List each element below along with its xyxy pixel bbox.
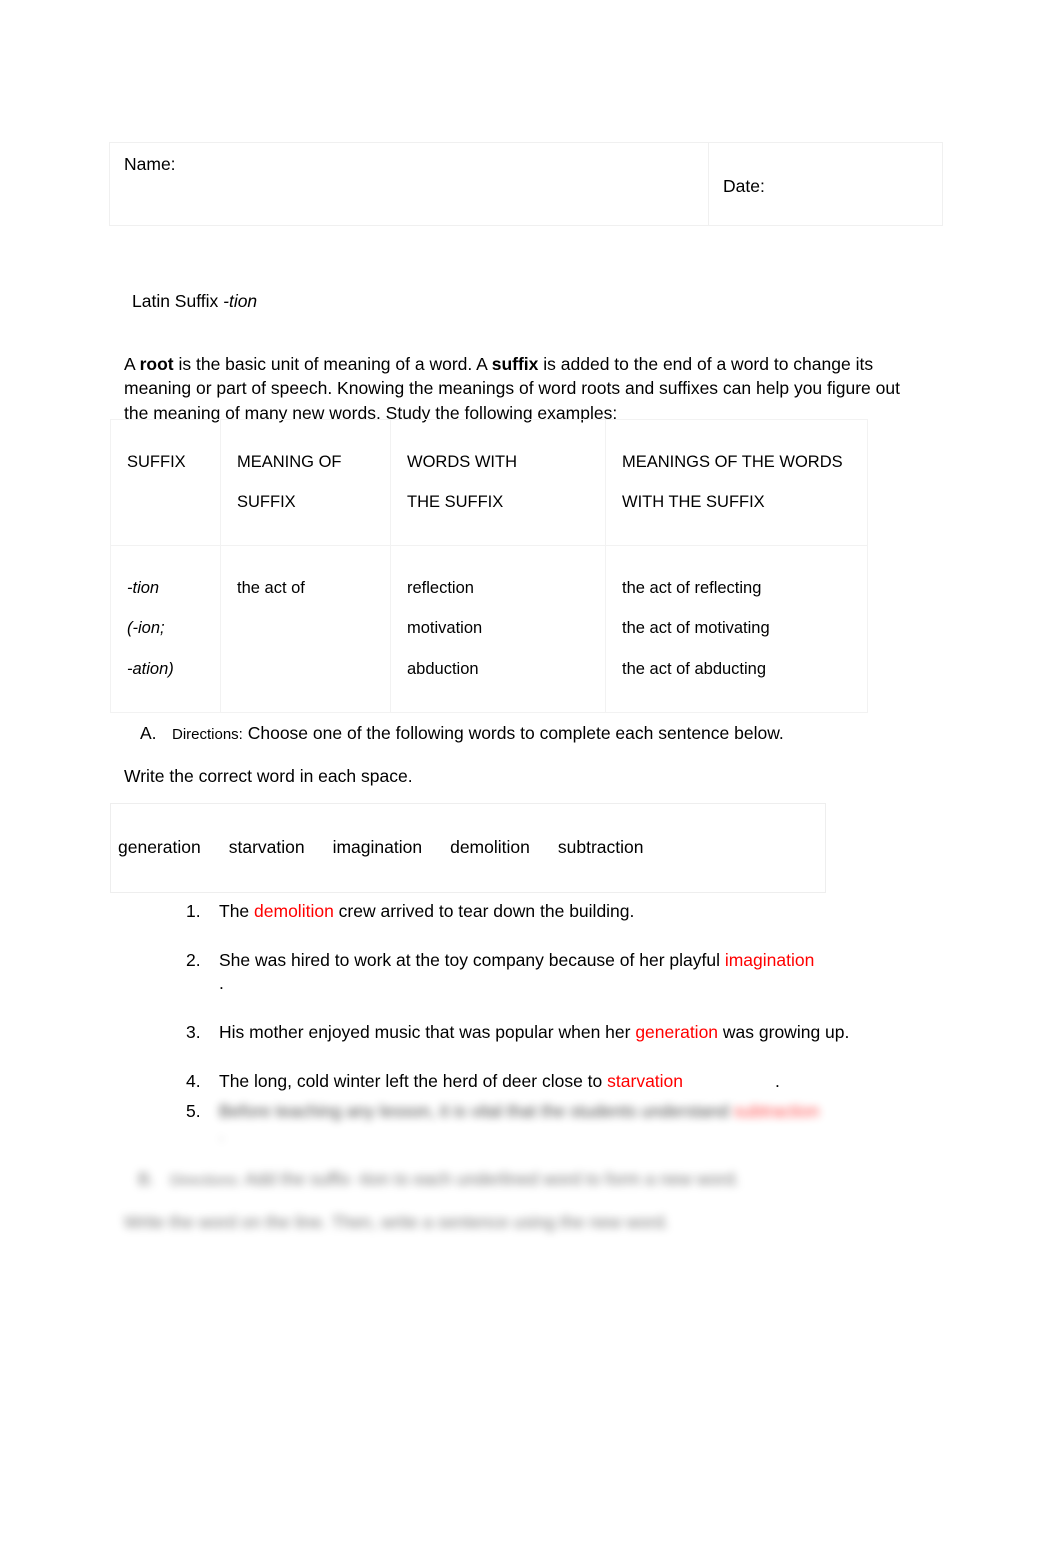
intro-part2: is the basic unit of meaning of a word. … bbox=[173, 353, 492, 374]
name-cell[interactable]: Name: bbox=[109, 142, 709, 226]
table-row: Name: Date: bbox=[109, 142, 943, 226]
question-number-2: 2. bbox=[186, 950, 201, 971]
example-word-3: abduction bbox=[407, 659, 479, 678]
header-cell-words: WORDS WITH THE SUFFIX bbox=[390, 419, 606, 546]
example-word-1: reflection bbox=[407, 578, 474, 597]
q3-after: was growing up. bbox=[718, 1022, 850, 1043]
q1-after: crew arrived to tear down the building. bbox=[333, 901, 635, 921]
header-meanings-line1: MEANINGS OF THE WORDS bbox=[622, 453, 843, 471]
page-title: Latin Suffix -tion bbox=[132, 291, 257, 312]
example-meaning-3: the act of abducting bbox=[622, 659, 767, 678]
suffix-form-3: -ation) bbox=[127, 659, 174, 678]
q2-before: She was hired to work at the toy company… bbox=[219, 950, 725, 971]
section-b-letter: B. bbox=[138, 1169, 155, 1189]
page-title-italic: -tion bbox=[223, 291, 258, 311]
example-word-2: motivation bbox=[407, 619, 483, 638]
q5-trailing: . bbox=[219, 1124, 224, 1145]
cell-suffix-forms: -tion (-ion; -ation) bbox=[110, 544, 221, 713]
question-text-5-blurred: Before teaching any lesson, it is vital … bbox=[219, 1100, 986, 1123]
header-meanings-line2: WITH THE SUFFIX bbox=[622, 493, 765, 512]
table-row: -tion (-ion; -ation) the act of reflecti… bbox=[110, 544, 868, 713]
intro-bold-root: root bbox=[139, 353, 174, 374]
cell-example-meanings: the act of reflecting the act of motivat… bbox=[605, 544, 868, 713]
example-meaning-2: the act of motivating bbox=[622, 619, 770, 638]
q4-answer[interactable]: starvation bbox=[607, 1071, 683, 1091]
header-meaning-line1: MEANING OF bbox=[237, 453, 342, 471]
table-header-row: SUFFIX MEANING OF SUFFIX WORDS WITH THE … bbox=[110, 419, 868, 546]
list-item: 1. The demolition crew arrived to tear d… bbox=[186, 900, 986, 923]
date-label: Date: bbox=[723, 176, 765, 196]
word-bank-item-2[interactable]: imagination bbox=[333, 836, 423, 859]
section-b-line1: Add the suffix -tion to each underlined … bbox=[240, 1169, 740, 1189]
question-text-1: The demolition crew arrived to tear down… bbox=[219, 900, 986, 923]
cell-example-words: reflection motivation abduction bbox=[390, 544, 606, 713]
header-cell-meanings: MEANINGS OF THE WORDS WITH THE SUFFIX bbox=[605, 419, 868, 546]
question-list: 1. The demolition crew arrived to tear d… bbox=[186, 900, 986, 1119]
section-a-directions-line2: Write the correct word in each space. bbox=[124, 766, 413, 786]
suffix-example-table: SUFFIX MEANING OF SUFFIX WORDS WITH THE … bbox=[110, 419, 868, 713]
q2-answer[interactable]: imagination bbox=[725, 950, 815, 970]
suffix-meaning-text: the act of bbox=[237, 578, 305, 597]
question-number-4: 4. bbox=[186, 1071, 201, 1092]
header-words-line1: WORDS WITH bbox=[407, 453, 517, 471]
word-bank-item-0[interactable]: generation bbox=[118, 836, 201, 859]
worksheet-page: Name: Date: Latin Suffix -tion A root is… bbox=[0, 0, 1062, 1556]
header-words-line2: THE SUFFIX bbox=[407, 493, 504, 512]
list-item-obscured: 5. Before teaching any lesson, it is vit… bbox=[186, 1100, 986, 1145]
section-a-directions-text: Choose one of the following words to com… bbox=[242, 723, 784, 743]
question-number-3: 3. bbox=[186, 1022, 201, 1043]
header-suffix-text: SUFFIX bbox=[127, 453, 186, 471]
list-item: 2. She was hired to work at the toy comp… bbox=[186, 949, 986, 995]
section-b-directions-blurred: B. Directions: Add the suffix -tion to ea… bbox=[124, 1168, 924, 1191]
name-date-table: Name: Date: bbox=[109, 142, 943, 226]
question-text-4: The long, cold winter left the herd of d… bbox=[219, 1070, 986, 1093]
word-bank-words: generation starvation imagination demolitio… bbox=[118, 836, 878, 859]
cell-suffix-meaning: the act of bbox=[220, 544, 391, 713]
section-b-line2-blurred: Write the word on the line. Then, write … bbox=[124, 1212, 670, 1232]
page-title-plain: Latin Suffix bbox=[132, 291, 224, 311]
q5-before: Before teaching any lesson, it is vital … bbox=[219, 1101, 734, 1121]
suffix-form-1: -tion bbox=[127, 578, 160, 597]
suffix-form-2: (-ion; bbox=[127, 619, 165, 638]
q3-before: His mother enjoyed music that was popula… bbox=[219, 1022, 636, 1043]
intro-paragraph: A root is the basic unit of meaning of a… bbox=[124, 352, 924, 427]
header-cell-meaning: MEANING OF SUFFIX bbox=[220, 419, 391, 546]
q3-answer[interactable]: generation bbox=[635, 1022, 718, 1042]
question-number-1: 1. bbox=[186, 901, 201, 921]
list-item: 4. The long, cold winter left the herd o… bbox=[186, 1070, 986, 1093]
section-a-directions-label: Directions: bbox=[172, 726, 243, 743]
list-item: 3. His mother enjoyed music that was pop… bbox=[186, 1021, 986, 1044]
q2-trailing: . bbox=[219, 973, 224, 994]
question-number-5: 5. bbox=[186, 1101, 201, 1121]
q4-before: The long, cold winter left the herd of d… bbox=[219, 1071, 608, 1092]
q1-before: The bbox=[219, 901, 255, 921]
example-meaning-1: the act of reflecting bbox=[622, 578, 762, 597]
name-label: Name: bbox=[124, 154, 176, 174]
section-a-directions: A. Directions: Choose one of the followin… bbox=[140, 722, 940, 745]
q1-answer[interactable]: demolition bbox=[254, 901, 334, 921]
section-b-directions-label: Directions: bbox=[170, 1172, 241, 1189]
q5-answer[interactable]: subtraction bbox=[734, 1101, 820, 1121]
word-bank-item-1[interactable]: starvation bbox=[229, 836, 305, 859]
section-a-letter: A. bbox=[140, 723, 157, 743]
intro-bold-suffix: suffix bbox=[491, 353, 539, 374]
header-cell-suffix: SUFFIX bbox=[110, 419, 221, 546]
word-bank-item-4[interactable]: subtraction bbox=[558, 836, 644, 859]
intro-part1: A bbox=[124, 353, 140, 374]
word-bank-item-3[interactable]: demolition bbox=[450, 836, 530, 859]
q4-after: . bbox=[775, 1071, 780, 1092]
question-text-2: She was hired to work at the toy company… bbox=[219, 949, 986, 995]
header-meaning-line2: SUFFIX bbox=[237, 493, 296, 512]
question-text-3: His mother enjoyed music that was popula… bbox=[219, 1021, 986, 1044]
date-cell[interactable]: Date: bbox=[708, 142, 943, 226]
